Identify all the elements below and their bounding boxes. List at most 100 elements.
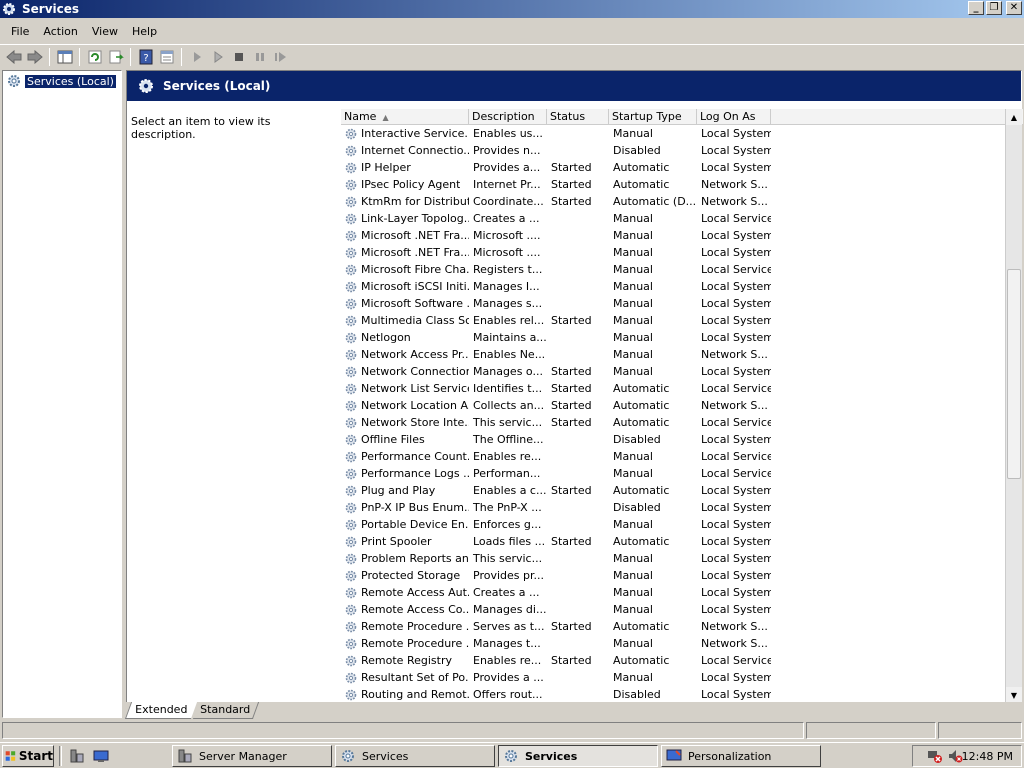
export-list-button[interactable]	[105, 47, 126, 67]
service-row[interactable]: Multimedia Class Sc... Enables rel... Star…	[341, 312, 1023, 329]
service-startup-type: Manual	[613, 671, 653, 684]
service-startup-type: Manual	[613, 246, 653, 259]
task-server-manager[interactable]: Server Manager	[172, 745, 332, 767]
service-row[interactable]: PnP-X IP Bus Enum... The PnP-X ... Disable…	[341, 499, 1023, 516]
service-row[interactable]: KtmRm for Distribut... Coordinate... Start…	[341, 193, 1023, 210]
tab-extended[interactable]: Extended	[124, 702, 198, 719]
view-tabs: Extended Standard	[124, 702, 1022, 720]
scroll-thumb[interactable]	[1007, 269, 1021, 479]
toolbar: ?	[0, 44, 1024, 68]
service-row[interactable]: Remote Registry Enables re... Started Autom…	[341, 652, 1023, 669]
service-row[interactable]: IPsec Policy Agent Internet Pr... Started A…	[341, 176, 1023, 193]
refresh-button[interactable]	[84, 47, 105, 67]
service-row[interactable]: Microsoft iSCSI Initi... Manages I... Manu…	[341, 278, 1023, 295]
service-row[interactable]: Portable Device En... Enforces g... Manual…	[341, 516, 1023, 533]
service-row[interactable]: Microsoft Fibre Cha... Registers t... Manu…	[341, 261, 1023, 278]
service-gear-icon	[345, 570, 357, 581]
service-row[interactable]: Microsoft Software ... Manages s... Manual…	[341, 295, 1023, 312]
service-row[interactable]: Network Connections Manages o... Started Ma…	[341, 363, 1023, 380]
service-name: Plug and Play	[361, 484, 436, 497]
service-row[interactable]: Resultant Set of Po... Provides a ... Manu…	[341, 669, 1023, 686]
start-service-2-button[interactable]	[207, 47, 228, 67]
service-gear-icon	[345, 519, 357, 530]
service-row[interactable]: Link-Layer Topolog... Creates a ... Manual…	[341, 210, 1023, 227]
service-row[interactable]: Remote Access Co... Manages di... Manual Lo…	[341, 601, 1023, 618]
column-header-status[interactable]: Status	[547, 109, 609, 124]
service-row[interactable]: Protected Storage Provides pr... Manual Loc…	[341, 567, 1023, 584]
minimize-button[interactable]: _	[968, 1, 984, 15]
service-row[interactable]: Internet Connectio... Provides n... Disabl…	[341, 142, 1023, 159]
column-header-log-on-as[interactable]: Log On As	[697, 109, 771, 124]
service-log-on-as: Local System	[701, 484, 771, 497]
service-row[interactable]: Remote Procedure ... Manages t... Manual Ne…	[341, 635, 1023, 652]
service-name-cell: Interactive Service...	[341, 125, 469, 142]
restore-button[interactable]: ❐	[986, 1, 1002, 15]
close-button[interactable]: ✕	[1006, 1, 1022, 15]
scroll-down-icon[interactable]: ▼	[1006, 687, 1022, 703]
tree-item-services-local[interactable]: Services (Local)	[6, 73, 121, 89]
forward-button[interactable]	[24, 47, 45, 67]
service-name: Microsoft .NET Fra...	[361, 229, 469, 242]
show-desktop-quick-launch[interactable]	[92, 747, 110, 765]
service-row[interactable]: Microsoft .NET Fra... Microsoft .... Manua…	[341, 227, 1023, 244]
show-hide-tree-button[interactable]	[54, 47, 75, 67]
service-row[interactable]: Print Spooler Loads files ... Started Autom…	[341, 533, 1023, 550]
service-row[interactable]: Performance Count... Enables re... Manual L…	[341, 448, 1023, 465]
service-description-cell: Manages I...	[473, 280, 540, 293]
service-row[interactable]: Interactive Service... Enables us... Manua…	[341, 125, 1023, 142]
server-manager-quick-launch[interactable]	[68, 747, 86, 765]
clock[interactable]: 12:48 PM	[962, 750, 1013, 763]
service-name-cell: Microsoft Fibre Cha...	[341, 261, 469, 278]
restart-service-button[interactable]	[270, 47, 291, 67]
scroll-up-icon[interactable]: ▲	[1006, 109, 1022, 125]
menu-help[interactable]: Help	[125, 23, 164, 40]
network-disconnected-icon[interactable]	[927, 748, 943, 764]
menu-view[interactable]: View	[85, 23, 125, 40]
service-startup-type: Automatic	[613, 178, 670, 191]
service-row[interactable]: Network Location A... Collects an... Start…	[341, 397, 1023, 414]
service-row[interactable]: Remote Access Aut... Creates a ... Manual L…	[341, 584, 1023, 601]
service-row[interactable]: Microsoft .NET Fra... Microsoft .... Manua…	[341, 244, 1023, 261]
service-row[interactable]: Netlogon Maintains a... Manual Local System	[341, 329, 1023, 346]
start-button[interactable]: Start	[2, 744, 54, 767]
service-row[interactable]: Problem Reports an... This servic... Manua…	[341, 550, 1023, 567]
service-gear-icon	[345, 655, 357, 666]
service-description-cell: Manages t...	[473, 637, 541, 650]
service-log-on-as: Local System	[701, 671, 771, 684]
service-row[interactable]: Network Store Inte... This servic... Start…	[341, 414, 1023, 431]
volume-muted-icon[interactable]	[947, 748, 963, 764]
task-personalization[interactable]: Personalization	[661, 745, 821, 767]
service-log-on-as: Local System	[701, 331, 771, 344]
start-service-button[interactable]	[186, 47, 207, 67]
back-button[interactable]	[3, 47, 24, 67]
vertical-scrollbar[interactable]: ▲ ▼	[1005, 109, 1022, 703]
service-row[interactable]: Remote Procedure ... Serves as t... Starte…	[341, 618, 1023, 635]
stop-service-button[interactable]	[228, 47, 249, 67]
status-bar-panel	[2, 722, 804, 739]
service-row[interactable]: Offline Files The Offline... Disabled Local…	[341, 431, 1023, 448]
service-row[interactable]: Network List Service Identifies t... Start…	[341, 380, 1023, 397]
service-row[interactable]: Performance Logs ... Performan... Manual Lo…	[341, 465, 1023, 482]
service-name-cell: IP Helper	[341, 159, 469, 176]
service-gear-icon	[345, 230, 357, 241]
service-gear-icon	[345, 604, 357, 615]
service-row[interactable]: Routing and Remot... Offers rout... Disabl…	[341, 686, 1023, 703]
service-name-cell: Network Store Inte...	[341, 414, 469, 431]
column-header-name[interactable]: Name ▲	[341, 109, 469, 124]
service-row[interactable]: IP Helper Provides a... Started Automatic Lo…	[341, 159, 1023, 176]
service-row[interactable]: Network Access Pr... Enables Ne... Manual N…	[341, 346, 1023, 363]
menu-action[interactable]: Action	[36, 23, 84, 40]
menu-file[interactable]: File	[4, 23, 36, 40]
properties-button[interactable]	[156, 47, 177, 67]
pause-service-button[interactable]	[249, 47, 270, 67]
tab-standard[interactable]: Standard	[192, 702, 260, 719]
task-services[interactable]: Services	[335, 745, 495, 767]
column-header-startup-type[interactable]: Startup Type	[609, 109, 697, 124]
help-button[interactable]: ?	[135, 47, 156, 67]
service-row[interactable]: Plug and Play Enables a c... Started Automa…	[341, 482, 1023, 499]
service-name-cell: Network List Service	[341, 380, 469, 397]
service-status: Started	[551, 195, 592, 208]
column-header-description[interactable]: Description	[469, 109, 547, 124]
export-list-icon	[109, 50, 124, 63]
task-services-active[interactable]: Services	[498, 745, 658, 767]
